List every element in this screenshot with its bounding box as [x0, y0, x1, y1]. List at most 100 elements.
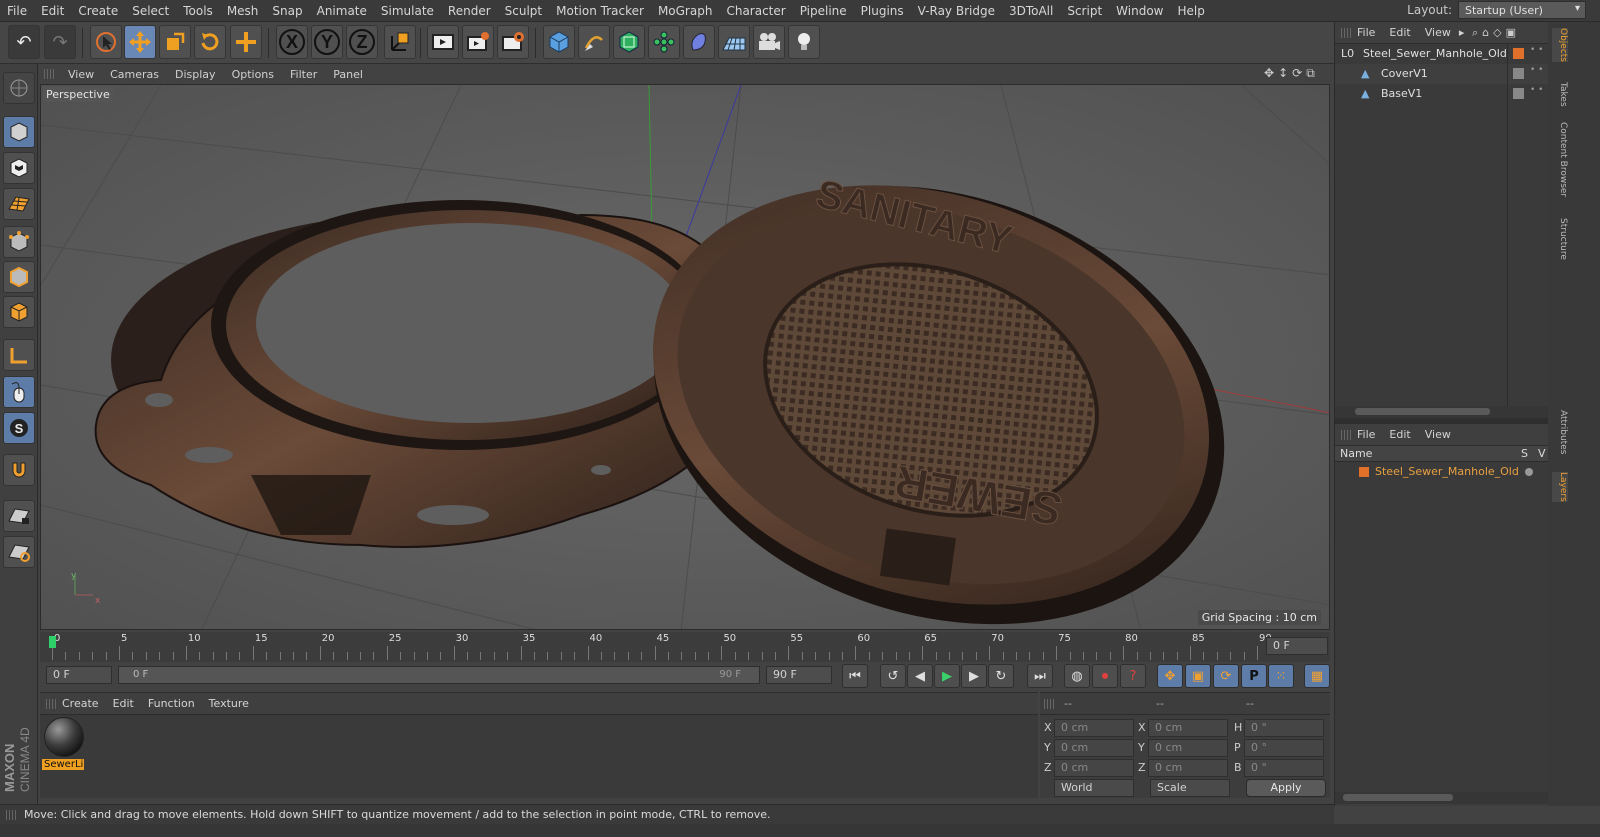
floor-icon[interactable]	[718, 25, 750, 59]
polygons-mode-icon[interactable]	[3, 296, 35, 328]
material-menu-texture[interactable]: Texture	[209, 697, 249, 710]
timeline-ruler[interactable]: 051015202530354045505560657075808590 0 F	[40, 632, 1330, 662]
coordinate-mode-dropdown[interactable]: World	[1054, 779, 1134, 797]
menu-expand-icon[interactable]: ▸	[1459, 26, 1465, 39]
axis-mode-icon[interactable]	[3, 339, 35, 371]
layer-row[interactable]: Steel_Sewer_Manhole_Old	[1335, 462, 1548, 482]
object-row[interactable]: ▲ BaseV1 • •	[1335, 84, 1548, 104]
max-frame-field[interactable]: 90 F	[766, 666, 832, 684]
layer-color-swatch[interactable]	[1359, 467, 1369, 477]
viewport-menu-cameras[interactable]: Cameras	[102, 68, 167, 81]
object-name[interactable]: BaseV1	[1381, 87, 1422, 100]
coord-value-field[interactable]: 0 cm	[1148, 759, 1228, 777]
layout-dropdown[interactable]: Startup (User)	[1458, 1, 1586, 19]
key-rotation-icon[interactable]: ⟳	[1213, 664, 1239, 688]
layer-solo-toggle[interactable]	[1525, 468, 1533, 476]
menu-mesh[interactable]: Mesh	[220, 4, 266, 18]
back-icon[interactable]: ◇	[1493, 26, 1501, 40]
viewport-menu-filter[interactable]: Filter	[282, 68, 325, 81]
coord-value-field[interactable]: 0 cm	[1054, 739, 1134, 757]
timeline-window-icon[interactable]: ▦	[1304, 664, 1330, 688]
viewport-menu-options[interactable]: Options	[224, 68, 282, 81]
menu-render[interactable]: Render	[441, 4, 498, 18]
perspective-viewport[interactable]: SANITARY SEWER y x Perspective Grid Spac…	[40, 84, 1330, 630]
subdivision-icon[interactable]	[613, 25, 645, 59]
x-axis-icon[interactable]: X	[276, 25, 308, 59]
size-mode-dropdown[interactable]: Scale	[1150, 779, 1230, 797]
coordinate-system-icon[interactable]	[384, 25, 416, 59]
workplane-mode-icon[interactable]	[3, 188, 35, 220]
side-tab-objects[interactable]: Objects	[1552, 28, 1568, 63]
render-view-icon[interactable]	[427, 25, 459, 59]
points-mode-icon[interactable]	[3, 226, 35, 258]
menu-edit[interactable]: Edit	[34, 4, 71, 18]
new-window-icon[interactable]: ▣	[1506, 26, 1516, 40]
side-tab-content-browser[interactable]: Content Browser	[1552, 122, 1568, 197]
previous-key-icon[interactable]: ↺	[880, 664, 906, 688]
add-icon[interactable]	[230, 25, 262, 59]
dolly-icon[interactable]: ↕	[1278, 66, 1288, 81]
coord-value-field[interactable]: 0 cm	[1148, 719, 1228, 737]
material-name-label[interactable]: SewerLi	[42, 759, 84, 770]
cloner-icon[interactable]	[648, 25, 680, 59]
next-frame-icon[interactable]: ▶	[961, 664, 987, 688]
record-keys-icon[interactable]: ◍	[1064, 664, 1090, 688]
objects-menu-file[interactable]: File	[1357, 26, 1375, 39]
z-axis-icon[interactable]: Z	[346, 25, 378, 59]
render-settings-icon[interactable]	[497, 25, 529, 59]
pen-icon[interactable]	[578, 25, 610, 59]
scale-icon[interactable]	[159, 25, 191, 59]
object-name[interactable]: CoverV1	[1381, 67, 1428, 80]
visibility-dots-icon[interactable]: • •	[1530, 86, 1543, 95]
next-key-icon[interactable]: ↻	[988, 664, 1014, 688]
key-parameter-icon[interactable]: P	[1241, 664, 1267, 688]
menu-snap[interactable]: Snap	[265, 4, 309, 18]
make-editable-icon[interactable]	[3, 72, 35, 104]
menu-help[interactable]: Help	[1170, 4, 1211, 18]
coord-value-field[interactable]: 0 °	[1244, 739, 1324, 757]
menu-animate[interactable]: Animate	[310, 4, 374, 18]
coord-value-field[interactable]: 0 cm	[1054, 759, 1134, 777]
move-icon[interactable]	[124, 25, 156, 59]
playhead-marker[interactable]	[49, 636, 56, 648]
layers-scrollbar[interactable]	[1335, 792, 1548, 804]
locked-workplane-icon[interactable]	[3, 500, 35, 532]
key-scale-icon[interactable]: ▣	[1185, 664, 1211, 688]
deformer-icon[interactable]	[683, 25, 715, 59]
object-tag-icon[interactable]	[1513, 48, 1524, 59]
redo-icon[interactable]: ↷	[44, 25, 76, 59]
live-selection-icon[interactable]	[90, 25, 122, 59]
side-tab-takes[interactable]: Takes	[1552, 82, 1568, 107]
texture-mode-icon[interactable]	[3, 152, 35, 184]
object-row[interactable]: ▲ CoverV1 • •	[1335, 64, 1548, 84]
menu-3dtoall[interactable]: 3DToAll	[1002, 4, 1060, 18]
viewport-menu-view[interactable]: View	[60, 68, 102, 81]
auto-keying-icon[interactable]: ⏺	[1092, 664, 1118, 688]
material-menu-edit[interactable]: Edit	[113, 697, 134, 710]
model-mode-icon[interactable]	[3, 116, 35, 148]
object-row[interactable]: L0 Steel_Sewer_Manhole_Old • •	[1335, 44, 1548, 64]
object-name[interactable]: Steel_Sewer_Manhole_Old	[1363, 47, 1507, 60]
layers-menu-file[interactable]: File	[1357, 428, 1375, 441]
menu-file[interactable]: File	[0, 4, 34, 18]
goto-end-icon[interactable]: ⏭	[1027, 664, 1053, 688]
previous-frame-icon[interactable]: ◀	[907, 664, 933, 688]
menu-v-ray-bridge[interactable]: V-Ray Bridge	[911, 4, 1002, 18]
planar-workplane-icon[interactable]	[3, 536, 35, 568]
menu-mograph[interactable]: MoGraph	[651, 4, 720, 18]
light-icon[interactable]	[788, 25, 820, 59]
menu-sculpt[interactable]: Sculpt	[498, 4, 549, 18]
search-icon[interactable]: ⌕	[1472, 26, 1478, 40]
play-icon[interactable]: ▶	[934, 664, 960, 688]
visibility-dots-icon[interactable]: • •	[1530, 46, 1543, 55]
snap-icon[interactable]: S	[3, 412, 35, 444]
coord-value-field[interactable]: 0 °	[1244, 759, 1324, 777]
frame-range-slider[interactable]: 0 F 90 F	[118, 666, 760, 684]
coord-value-field[interactable]: 0 °	[1244, 719, 1324, 737]
render-picture-viewer-icon[interactable]	[462, 25, 494, 59]
menu-plugins[interactable]: Plugins	[854, 4, 911, 18]
material-swatch[interactable]: SewerLi	[42, 715, 86, 773]
goto-start-icon[interactable]: ⏮	[842, 664, 868, 688]
menu-select[interactable]: Select	[125, 4, 176, 18]
coord-value-field[interactable]: 0 cm	[1054, 719, 1134, 737]
